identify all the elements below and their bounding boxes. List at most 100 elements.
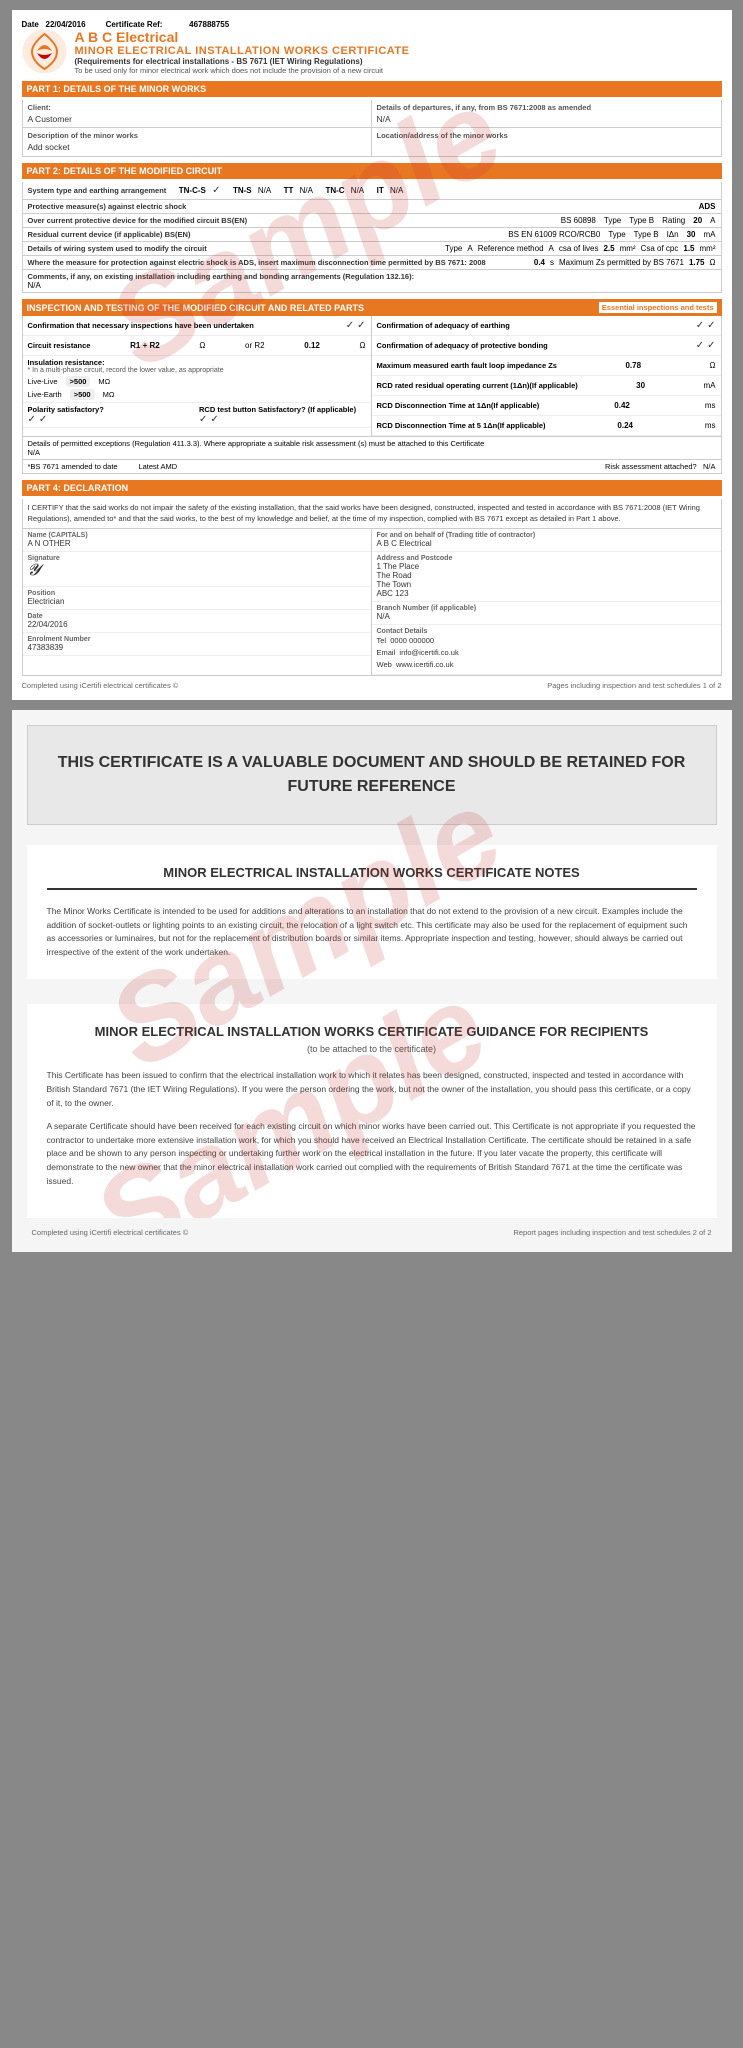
live-live-value: >500 <box>66 376 91 387</box>
signature-cell: Signature 𝓨 <box>23 552 371 587</box>
name-cell: Name (CAPITALS) A N OTHER <box>23 529 371 552</box>
polarity-rcd-row: Polarity satisfactory? ✓ ✓ RCD test butt… <box>23 403 371 428</box>
spacer <box>27 989 717 1004</box>
bs7671-left: *BS 7671 amended to date Latest AMD <box>28 462 178 471</box>
rcd-time5-label: RCD Disconnection Time at 5 1Δn(If appli… <box>377 421 546 430</box>
sig-left: Name (CAPITALS) A N OTHER Signature 𝓨 Po… <box>23 529 372 675</box>
cert-note: To be used only for minor electrical wor… <box>75 66 722 75</box>
circuit-resistance-label: Circuit resistance <box>28 341 91 350</box>
notes-title: MINOR ELECTRICAL INSTALLATION WORKS CERT… <box>47 865 697 890</box>
description-value: Add socket <box>28 142 366 152</box>
description-label: Description of the minor works <box>28 131 366 140</box>
address-value: 1 The Place The Road The Town ABC 123 <box>377 562 716 598</box>
earthing-label: Confirmation of adequacy of earthing <box>377 321 510 330</box>
wiring-csa-unit: mm² <box>620 244 636 253</box>
max-earth-row: Maximum measured earth fault loop impeda… <box>372 356 721 376</box>
wiring-csa-value: 2.5 <box>603 244 614 253</box>
insp-left: Confirmation that necessary inspections … <box>23 316 372 436</box>
rcd-time5-row: RCD Disconnection Time at 5 1Δn(If appli… <box>372 416 721 436</box>
guidance-text2: A separate Certificate should have been … <box>47 1120 697 1188</box>
wiring-csa-label: csa of lives <box>559 244 599 253</box>
insp-undertaken-row: Confirmation that necessary inspections … <box>23 316 371 336</box>
details-note: Details of permitted exceptions (Regulat… <box>28 439 485 448</box>
page-2: Sample THIS CERTIFICATE IS A VALUABLE DO… <box>12 710 732 1252</box>
rcd-test-label: RCD test button Satisfactory? (If applic… <box>199 405 366 414</box>
company-logo <box>22 29 67 74</box>
wiring-ref-label: Reference method <box>478 244 544 253</box>
guidance-subtitle: (to be attached to the certificate) <box>47 1044 697 1054</box>
header-date-cert: Date 22/04/2016 Certificate Ref: 4678887… <box>22 20 722 29</box>
date-cell: Date 22/04/2016 <box>23 610 371 633</box>
contact-cell: Contact Details Tel 0000 000000 Email in… <box>372 625 721 675</box>
bonding-label: Confirmation of adequacy of protective b… <box>377 341 548 350</box>
part4-header: PART 4: DECLARATION <box>22 480 722 496</box>
inspection-title: INSPECTION AND TESTING OF THE MODIFIED C… <box>27 303 365 313</box>
rcd-time1-unit: ms <box>705 401 716 410</box>
sig-grid: Name (CAPITALS) A N OTHER Signature 𝓨 Po… <box>22 529 722 676</box>
footer2-right: Report pages including inspection and te… <box>513 1228 711 1237</box>
latest-amd-label: Latest AMD <box>138 462 177 471</box>
tel-label: Tel <box>377 636 391 645</box>
location-label: Location/address of the minor works <box>377 131 716 140</box>
valuable-title: THIS CERTIFICATE IS A VALUABLE DOCUMENT … <box>53 751 691 799</box>
live-earth-unit: MΩ <box>103 390 115 399</box>
web-value: www.icertifi.co.uk <box>396 660 454 669</box>
rcd-rated-unit: mA <box>703 381 715 390</box>
date-field: Date 22/04/2016 <box>22 20 86 29</box>
live-live-row: Live-Live >500 MΩ <box>28 376 366 387</box>
wiring-cpc-label: Csa of cpc <box>641 244 679 253</box>
max-zs-label: Maximum Zs permitted by BS 7671 <box>559 258 684 267</box>
departures-label: Details of departures, if any, from BS 7… <box>377 103 716 112</box>
overcurrent-rating-label: Rating <box>662 216 685 225</box>
web-label: Web <box>377 660 396 669</box>
system-tncs-label: TN-C-S <box>179 186 206 195</box>
earthing-checks: ✓ ✓ <box>696 320 716 331</box>
rcd-time5-value: 0.24 <box>617 421 633 430</box>
bs7671-row: *BS 7671 amended to date Latest AMD Risk… <box>22 460 722 474</box>
departures-cell: Details of departures, if any, from BS 7… <box>372 100 721 128</box>
rcd-label: Residual current device (if applicable) … <box>28 230 501 239</box>
enrolment-cell: Enrolment Number 47383839 <box>23 633 371 656</box>
r1r2-label: R1 + R2 <box>130 341 160 350</box>
risk-label: Risk assessment attached? <box>605 462 697 471</box>
insulation-label: Insulation resistance: <box>28 358 366 367</box>
system-label: System type and earthing arrangement <box>28 186 167 195</box>
comments-value: N/A <box>28 281 41 290</box>
wiring-cpc-unit: mm² <box>700 244 716 253</box>
cert-ref-label: Certificate Ref: <box>106 20 163 29</box>
rcd-rated-value: 30 <box>636 381 645 390</box>
system-row: System type and earthing arrangement TN-… <box>22 182 722 200</box>
part1-right: Details of departures, if any, from BS 7… <box>372 100 721 156</box>
for-behalf-label: For and on behalf of (Trading title of c… <box>377 532 716 539</box>
rcd-test-cell: RCD test button Satisfactory? (If applic… <box>199 405 366 425</box>
live-earth-value: >500 <box>70 389 95 400</box>
contact-details: Tel 0000 000000 Email info@icertifi.co.u… <box>377 635 716 671</box>
inspection-grid: Confirmation that necessary inspections … <box>22 316 722 437</box>
part2-header: PART 2: DETAILS OF THE MODIFIED CIRCUIT <box>22 163 722 179</box>
footer-right: Pages including inspection and test sche… <box>547 681 721 690</box>
wiring-row: Details of wiring system used to modify … <box>22 242 722 256</box>
protection-row: Where the measure for protection against… <box>22 256 722 270</box>
enrolment-label: Enrolment Number <box>28 636 366 643</box>
risk-value: N/A <box>703 462 716 471</box>
position-cell: Position Electrician <box>23 587 371 610</box>
client-value: A Customer <box>28 114 366 124</box>
protection-value: 0.4 <box>534 258 545 267</box>
wiring-ref-value: A <box>549 244 554 253</box>
r2-value: 0.12 <box>304 341 320 350</box>
rcd-ion-value: 30 <box>687 230 696 239</box>
rcd-unit: mA <box>704 230 716 239</box>
departures-value: N/A <box>377 114 716 124</box>
rcd-type-value: Type B <box>634 230 659 239</box>
overcurrent-row: Over current protective device for the m… <box>22 214 722 228</box>
rcd-test-checks: ✓ ✓ <box>199 414 366 425</box>
overcurrent-type-label: Type <box>604 216 621 225</box>
essential-label: Essential inspections and tests <box>599 302 717 313</box>
earthing-row: Confirmation of adequacy of earthing ✓ ✓ <box>372 316 721 336</box>
system-tns: TN-S N/A <box>233 186 271 195</box>
client-cell: Client: A Customer <box>23 100 371 128</box>
insp-right: Confirmation of adequacy of earthing ✓ ✓… <box>372 316 721 436</box>
enrolment-value: 47383839 <box>28 643 366 652</box>
wiring-type-value: A <box>467 244 472 253</box>
polarity-checks: ✓ ✓ <box>28 414 195 425</box>
